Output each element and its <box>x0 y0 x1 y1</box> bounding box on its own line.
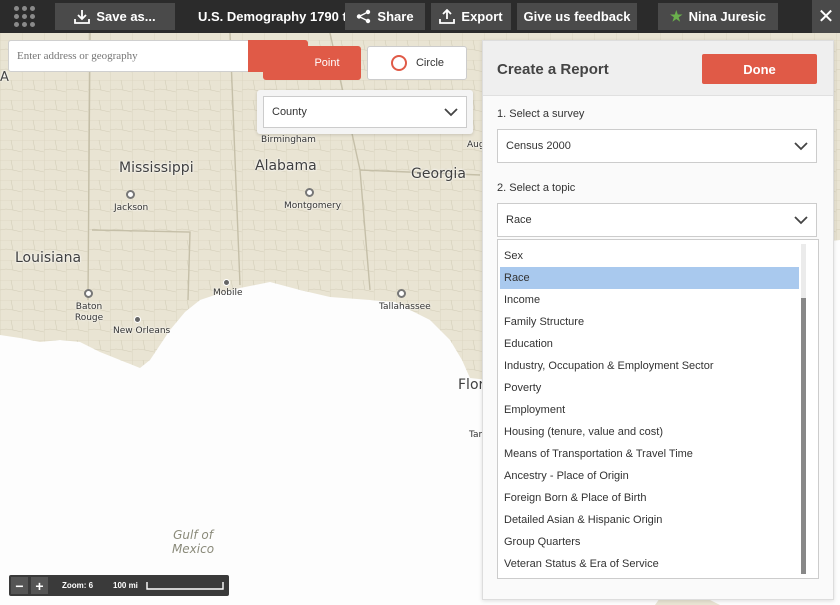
report-header: Create a Report Done <box>483 41 833 96</box>
search-input[interactable] <box>9 41 249 71</box>
scale-bar <box>146 582 224 590</box>
chevron-down-icon <box>444 107 458 116</box>
share-button[interactable]: Share <box>345 3 425 30</box>
state-label-florida: Flor <box>458 377 485 393</box>
map-label-edge: A <box>0 70 9 85</box>
point-label: Point <box>314 57 340 69</box>
create-report-panel: Create a Report Done 1. Select a survey … <box>482 40 834 600</box>
city-marker-baton-rouge <box>84 289 93 298</box>
scale-label: 100 mi <box>113 581 138 590</box>
city-label-new-orleans: New Orleans <box>113 326 171 336</box>
city-marker-mobile <box>223 279 230 286</box>
city-marker-tallahassee <box>397 289 406 298</box>
star-icon: ★ <box>670 8 683 24</box>
topic-option[interactable]: Ancestry - Place of Origin <box>500 465 799 487</box>
city-marker-jackson <box>126 190 135 199</box>
topic-option[interactable]: Means of Transportation & Travel Time <box>500 443 799 465</box>
state-label-alabama: Alabama <box>255 158 317 174</box>
survey-value: Census 2000 <box>506 140 571 152</box>
survey-select[interactable]: Census 2000 <box>497 129 817 163</box>
step1-label: 1. Select a survey <box>497 108 585 120</box>
save-as-button[interactable]: Save as... <box>55 3 175 30</box>
topic-option[interactable]: Foreign Born & Place of Birth <box>500 487 799 509</box>
user-menu-button[interactable]: ★ Nina Juresic <box>658 3 778 30</box>
feedback-label: Give us feedback <box>523 9 631 24</box>
upload-icon <box>439 9 456 24</box>
circle-tool-button[interactable]: Circle <box>367 46 467 80</box>
topic-scrollbar-thumb[interactable] <box>801 298 806 574</box>
city-marker-montgomery <box>305 188 314 197</box>
topic-option[interactable]: Education <box>500 333 799 355</box>
share-label: Share <box>377 9 414 24</box>
zoom-level-label: Zoom: 6 <box>62 581 94 590</box>
topic-option[interactable]: Family Structure <box>500 311 799 333</box>
city-label-birmingham: Birmingham <box>261 135 316 145</box>
circle-label: Circle <box>415 57 445 69</box>
chevron-down-icon <box>794 215 808 224</box>
point-tool-button[interactable]: Point <box>263 46 361 80</box>
share-icon <box>357 9 371 24</box>
step2-label: 2. Select a topic <box>497 182 576 194</box>
zoom-control-bar: − + Zoom: 6 100 mi <box>9 575 229 596</box>
save-as-label: Save as... <box>96 9 156 24</box>
report-title: Create a Report <box>497 61 609 78</box>
topic-option[interactable]: Housing (tenure, value and cost) <box>500 421 799 443</box>
geography-level-panel: County <box>257 90 473 134</box>
zoom-out-button[interactable]: − <box>11 577 28 594</box>
close-button[interactable]: ✕ <box>812 0 840 33</box>
done-button[interactable]: Done <box>702 54 817 84</box>
user-name: Nina Juresic <box>688 9 766 24</box>
circle-icon <box>390 55 407 71</box>
chevron-down-icon <box>794 141 808 150</box>
topic-option-selected[interactable]: Race <box>500 267 799 289</box>
topic-select[interactable]: Race <box>497 203 817 237</box>
state-label-georgia: Georgia <box>411 166 466 182</box>
download-icon <box>74 10 91 24</box>
geography-level-select[interactable]: County <box>263 96 467 128</box>
city-label-jackson: Jackson <box>114 203 149 213</box>
topic-option[interactable]: Income <box>500 289 799 311</box>
topic-option[interactable]: Poverty <box>500 377 799 399</box>
export-button[interactable]: Export <box>431 3 511 30</box>
topic-option[interactable]: Detailed Asian & Hispanic Origin <box>500 509 799 531</box>
state-label-mississippi: Mississippi <box>119 160 194 176</box>
city-marker-new-orleans <box>134 316 141 323</box>
geography-level-value: County <box>272 106 307 118</box>
apps-grid-icon[interactable] <box>14 6 36 28</box>
city-label-montgomery: Montgomery <box>284 201 342 211</box>
topic-option[interactable]: Employment <box>500 399 799 421</box>
zoom-in-button[interactable]: + <box>31 577 48 594</box>
topic-option[interactable]: Group Quarters <box>500 531 799 553</box>
city-label-baton-rouge: Baton Rouge <box>74 302 104 323</box>
search-box <box>8 40 250 72</box>
topic-option[interactable]: Sex <box>500 245 799 267</box>
topic-dropdown-list[interactable]: Sex Race Income Family Structure Educati… <box>497 239 819 579</box>
state-label-louisiana: Louisiana <box>15 250 82 266</box>
top-toolbar: Save as... U.S. Demography 1790 to Share… <box>0 0 840 33</box>
topic-option[interactable]: Industry, Occupation & Employment Sector <box>500 355 799 377</box>
feedback-button[interactable]: Give us feedback <box>517 3 637 30</box>
close-icon: ✕ <box>817 6 835 28</box>
city-label-tallahassee: Tallahassee <box>379 302 431 312</box>
topic-value: Race <box>506 214 532 226</box>
topic-option[interactable]: Veteran Status & Era of Service <box>500 553 799 575</box>
water-label-gulf-of-mexico: Gulf of Mexico <box>171 528 215 556</box>
export-label: Export <box>461 9 503 24</box>
city-label-mobile: Mobile <box>213 288 243 298</box>
